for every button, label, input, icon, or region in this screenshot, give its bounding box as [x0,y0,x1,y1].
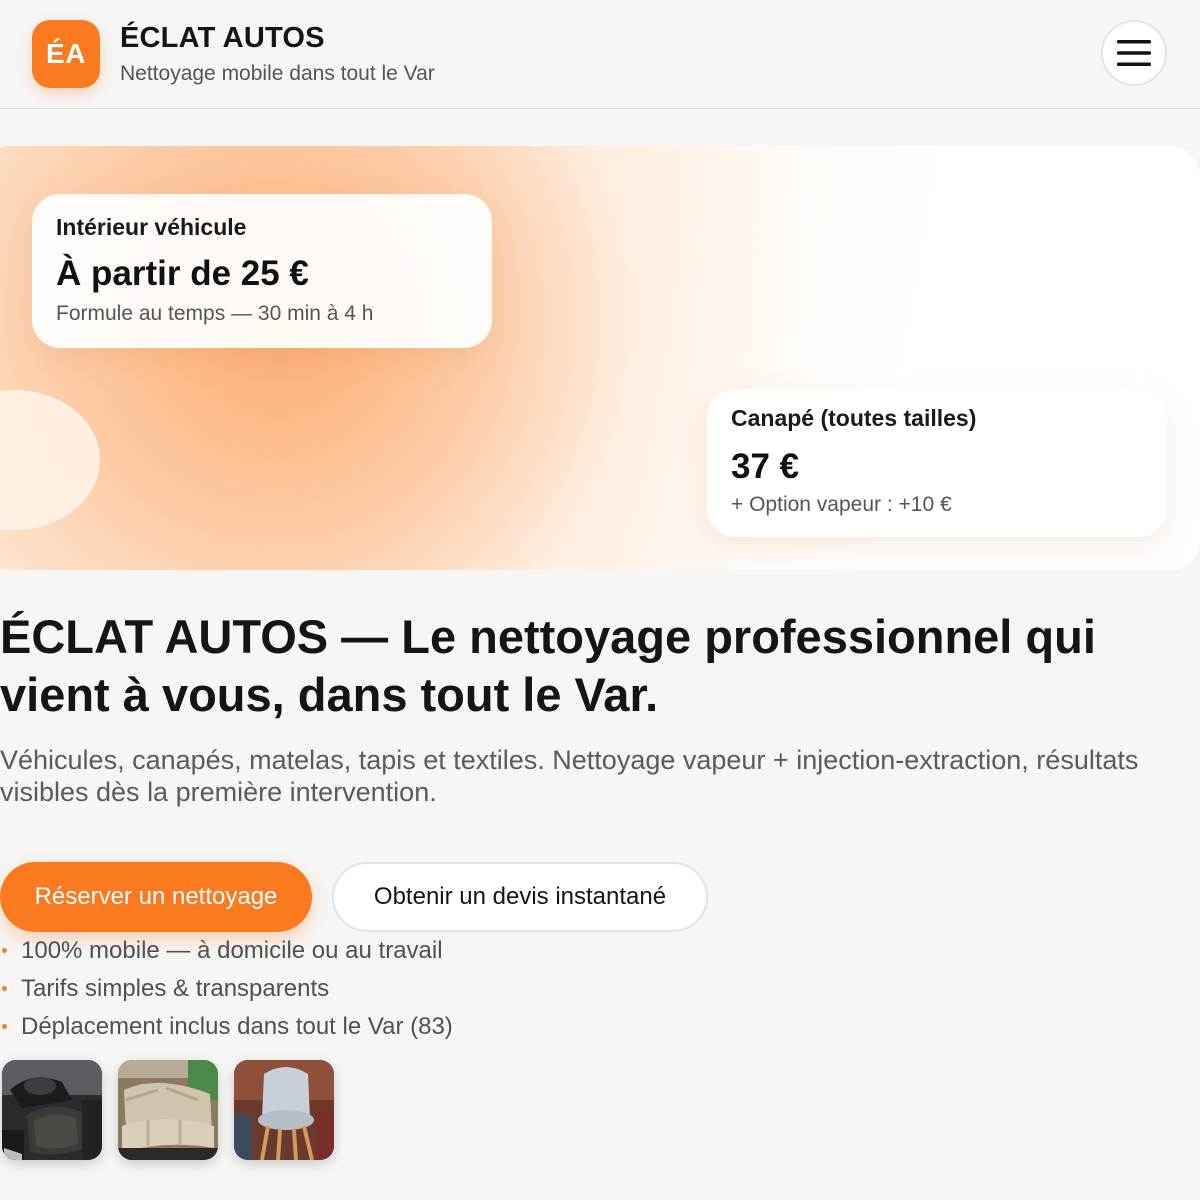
price-card-note: Formule au temps — 30 min à 4 h [56,302,374,325]
sofa-photo[interactable] [118,1060,218,1160]
price-card-title: Intérieur véhicule [56,214,247,240]
car-seat-photo[interactable] [2,1060,102,1160]
price-card-interior: Intérieur véhicule À partir de 25 € Form… [32,194,492,348]
feature-item: Déplacement inclus dans tout le Var (83) [0,1010,453,1048]
bullet-dot-icon [2,1024,7,1029]
feature-item: Tarifs simples & transparents [0,972,453,1010]
feature-list: 100% mobile — à domicile ou au travail T… [0,934,453,1048]
brand-name[interactable]: ÉCLAT AUTOS [120,22,325,55]
feature-item: 100% mobile — à domicile ou au travail [0,934,453,972]
price-card-title: Canapé (toutes tailles) [731,405,977,431]
photo-gallery [2,1060,334,1160]
book-cleaning-button[interactable]: Réserver un nettoyage [0,862,312,932]
hero-banner: Intérieur véhicule À partir de 25 € Form… [0,146,1200,570]
price-card-note: + Option vapeur : +10 € [731,493,952,516]
instant-quote-button[interactable]: Obtenir un devis instantané [332,862,708,932]
bullet-dot-icon [2,986,7,991]
hamburger-menu-icon [1117,40,1151,66]
page-subheadline: Véhicules, canapés, matelas, tapis et te… [0,745,1139,807]
page-headline: ÉCLAT AUTOS — Le nettoyage professionnel… [0,610,1096,721]
price-card-price: À partir de 25 € [56,254,309,293]
chair-photo[interactable] [234,1060,334,1160]
price-card-price: 37 € [731,447,800,486]
site-header: ÉA ÉCLAT AUTOS Nettoyage mobile dans tou… [0,0,1200,109]
price-card-sofa: Canapé (toutes tailles) 37 € + Option va… [707,389,1167,537]
brand-logo[interactable]: ÉA [32,20,100,88]
bullet-dot-icon [2,948,7,953]
menu-button[interactable] [1101,20,1167,86]
decorative-circle [0,390,100,530]
brand-tagline: Nettoyage mobile dans tout le Var [120,62,435,85]
